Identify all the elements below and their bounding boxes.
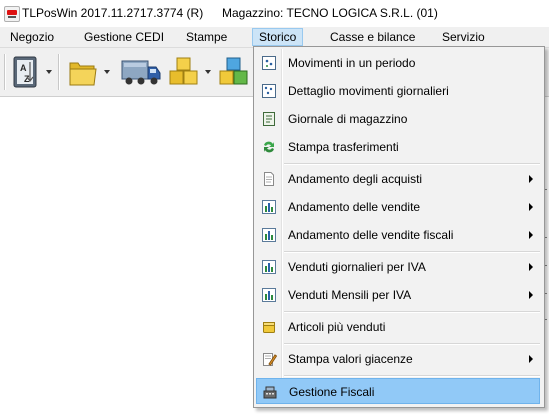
menu-item-venduti-mensili-iva[interactable]: Venduti Mensili per IVA: [256, 282, 540, 308]
menu-separator: [284, 375, 540, 377]
svg-text:A: A: [20, 63, 27, 73]
menu-item-giornale-magazzino[interactable]: Giornale di magazzino: [256, 106, 540, 132]
menu-item-label: Andamento degli acquisti: [288, 172, 423, 186]
calendar-detail-icon: [261, 83, 277, 99]
multicolor-boxes-icon[interactable]: [216, 53, 252, 91]
menu-item-label: Gestione Fiscali: [289, 385, 375, 399]
menu-item-stampa-valori-giacenze[interactable]: Stampa valori giacenze: [256, 346, 540, 372]
az-sort-icon[interactable]: A Z: [10, 53, 42, 91]
bar-chart-icon: [261, 227, 277, 243]
toolbar-separator: [4, 54, 6, 90]
gold-box-icon: [261, 319, 277, 335]
menu-item-label: Movimenti in un periodo: [288, 56, 416, 70]
toolbar-separator: [58, 54, 60, 90]
store-label: Magazzino: TECNO LOGICA S.R.L. (01): [222, 6, 438, 20]
menu-item-label: Venduti Mensili per IVA: [288, 288, 412, 302]
menu-stampe[interactable]: Stampe: [180, 29, 233, 45]
menu-item-andamento-vendite[interactable]: Andamento delle vendite: [256, 194, 540, 220]
menu-item-articoli-piu-venduti[interactable]: Articoli più venduti: [256, 314, 540, 340]
bar-chart-icon: [261, 287, 277, 303]
menu-item-label: Venduti giornalieri per IVA: [288, 260, 426, 274]
chevron-down-icon[interactable]: [104, 70, 110, 74]
cash-register-icon: [262, 384, 278, 400]
menu-item-venduti-giornalieri-iva[interactable]: Venduti giornalieri per IVA: [256, 254, 540, 280]
menu-item-label: Stampa valori giacenze: [288, 352, 413, 366]
menu-item-andamento-vendite-fiscali[interactable]: Andamento delle vendite fiscali: [256, 222, 540, 248]
menu-bar: Negozio Gestione CEDI Stampe Storico Cas…: [0, 27, 549, 48]
document-icon: [261, 171, 277, 187]
submenu-arrow-icon: [529, 231, 533, 239]
menu-gestione-cedi[interactable]: Gestione CEDI: [78, 29, 170, 45]
bar-chart-icon: [261, 199, 277, 215]
menu-separator: [284, 251, 540, 253]
menu-item-label: Articoli più venduti: [288, 320, 386, 334]
menu-separator: [284, 343, 540, 345]
menu-item-dettaglio-movimenti[interactable]: Dettaglio movimenti giornalieri: [256, 78, 540, 104]
menu-storico[interactable]: Storico: [252, 28, 304, 46]
journal-icon: [261, 111, 277, 127]
menu-item-label: Giornale di magazzino: [288, 112, 408, 126]
menu-separator: [284, 163, 540, 165]
folder-icon[interactable]: [66, 53, 100, 91]
chevron-down-icon[interactable]: [46, 70, 52, 74]
menu-separator: [284, 311, 540, 313]
menu-item-label: Dettaglio movimenti giornalieri: [288, 84, 449, 98]
menu-item-gestione-fiscali[interactable]: Gestione Fiscali: [256, 378, 540, 404]
menu-item-label: Andamento delle vendite fiscali: [288, 228, 454, 242]
menu-casse-e-bilance[interactable]: Casse e bilance: [324, 29, 421, 45]
submenu-arrow-icon: [529, 355, 533, 363]
app-logo-icon: [4, 6, 20, 22]
calendar-dots-icon: [261, 55, 277, 71]
submenu-arrow-icon: [529, 291, 533, 299]
storico-dropdown-menu: Movimenti in un periodo Dettaglio movime…: [253, 46, 545, 408]
submenu-arrow-icon: [529, 203, 533, 211]
menu-item-andamento-acquisti[interactable]: Andamento degli acquisti: [256, 166, 540, 192]
submenu-arrow-icon: [529, 175, 533, 183]
title-bar: TLPosWin 2017.11.2717.3774 (R) Magazzino…: [0, 0, 549, 27]
menu-item-movimenti-periodo[interactable]: Movimenti in un periodo: [256, 50, 540, 76]
boxes-icon[interactable]: [166, 53, 202, 91]
transfer-arrows-icon: [261, 139, 277, 155]
submenu-arrow-icon: [529, 263, 533, 271]
menu-item-label: Andamento delle vendite: [288, 200, 421, 214]
truck-icon[interactable]: [118, 53, 162, 91]
menu-negozio[interactable]: Negozio: [4, 29, 60, 45]
pencil-paper-icon: [261, 351, 278, 367]
chevron-down-icon[interactable]: [205, 70, 211, 74]
menu-servizio[interactable]: Servizio: [436, 29, 491, 45]
menu-item-stampa-trasferimenti[interactable]: Stampa trasferimenti: [256, 134, 540, 160]
window-title: TLPosWin 2017.11.2717.3774 (R): [22, 6, 204, 20]
menu-item-label: Stampa trasferimenti: [288, 140, 399, 154]
bar-chart-icon: [261, 259, 277, 275]
